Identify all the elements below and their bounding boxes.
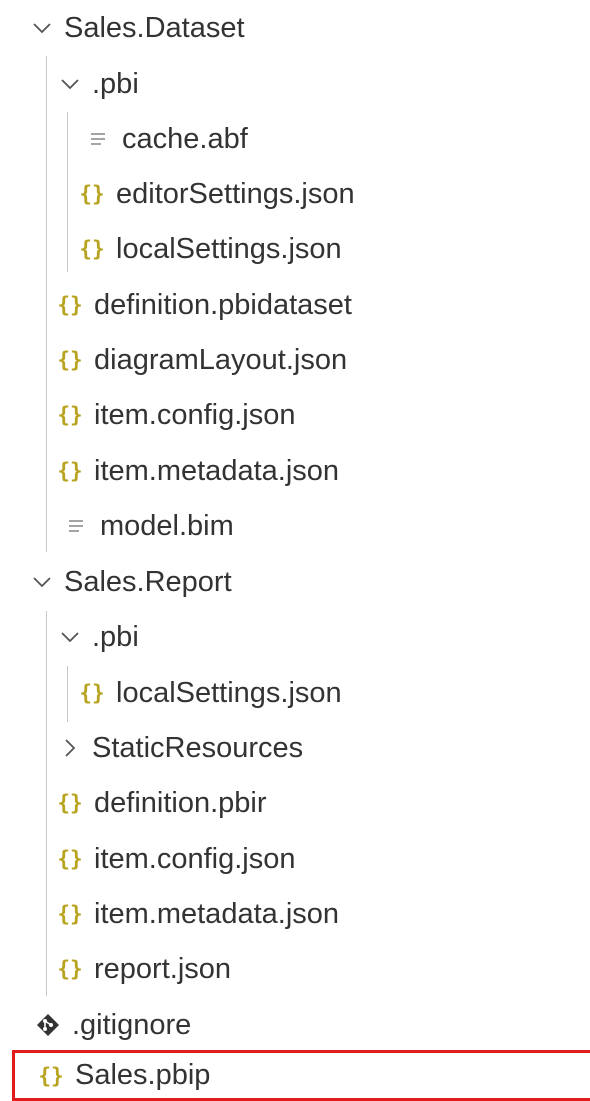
folder-row-pbi[interactable]: .pbi xyxy=(0,57,590,111)
text-file-icon xyxy=(62,511,90,541)
folder-label: Sales.Dataset xyxy=(64,11,245,44)
json-file-icon: {} xyxy=(56,290,84,320)
json-file-icon: {} xyxy=(56,345,84,375)
text-file-icon xyxy=(84,124,112,154)
file-row-local-settings-json[interactable]: {} localSettings.json xyxy=(0,222,590,276)
file-row-diagram-layout-json[interactable]: {} diagramLayout.json xyxy=(0,333,590,387)
svg-text:{}: {} xyxy=(57,791,82,815)
chevron-down-icon xyxy=(56,69,84,99)
svg-text:{}: {} xyxy=(79,182,104,206)
json-file-icon: {} xyxy=(56,844,84,874)
folder-label: StaticResources xyxy=(92,731,304,764)
svg-text:{}: {} xyxy=(38,1064,63,1088)
folder-label: .pbi xyxy=(92,620,139,653)
json-file-icon: {} xyxy=(56,899,84,929)
file-row-item-metadata-json[interactable]: {} item.metadata.json xyxy=(0,444,590,498)
file-row-gitignore[interactable]: .gitignore xyxy=(0,998,590,1052)
folder-row-static-resources[interactable]: StaticResources xyxy=(0,721,590,775)
file-label: localSettings.json xyxy=(116,676,342,709)
file-label: editorSettings.json xyxy=(116,177,355,210)
chevron-right-icon xyxy=(56,733,84,763)
folder-row-sales-report[interactable]: Sales.Report xyxy=(0,555,590,609)
svg-text:{}: {} xyxy=(57,459,82,483)
folder-row-pbi[interactable]: .pbi xyxy=(0,610,590,664)
file-label: diagramLayout.json xyxy=(94,343,348,376)
chevron-down-icon xyxy=(28,13,56,43)
file-row-cache-abf[interactable]: cache.abf xyxy=(0,112,590,166)
file-label: item.config.json xyxy=(94,398,296,431)
file-label: report.json xyxy=(94,952,232,985)
svg-text:{}: {} xyxy=(57,957,82,981)
file-label: localSettings.json xyxy=(116,232,342,265)
file-row-model-bim[interactable]: model.bim xyxy=(0,499,590,553)
chevron-down-icon xyxy=(28,567,56,597)
chevron-down-icon xyxy=(56,622,84,652)
folder-label: Sales.Report xyxy=(64,565,232,598)
file-row-local-settings-json[interactable]: {} localSettings.json xyxy=(0,666,590,720)
file-label: definition.pbidataset xyxy=(94,288,352,321)
folder-label: .pbi xyxy=(92,67,139,100)
json-file-icon: {} xyxy=(37,1061,65,1091)
json-file-icon: {} xyxy=(56,400,84,430)
json-file-icon: {} xyxy=(56,788,84,818)
file-label: .gitignore xyxy=(72,1008,192,1041)
file-row-definition-pbir[interactable]: {} definition.pbir xyxy=(0,776,590,830)
file-row-item-config-json[interactable]: {} item.config.json xyxy=(0,832,590,886)
svg-text:{}: {} xyxy=(57,902,82,926)
file-explorer-tree: Sales.Dataset .pbi cache.abf {} editorSe… xyxy=(0,0,590,1101)
json-file-icon: {} xyxy=(78,234,106,264)
file-label: cache.abf xyxy=(122,122,248,155)
file-label: Sales.pbip xyxy=(75,1059,211,1091)
file-row-item-config-json[interactable]: {} item.config.json xyxy=(0,388,590,442)
file-label: item.metadata.json xyxy=(94,897,340,930)
file-label: item.config.json xyxy=(94,842,296,875)
file-row-item-metadata-json[interactable]: {} item.metadata.json xyxy=(0,887,590,941)
svg-text:{}: {} xyxy=(79,237,104,261)
svg-text:{}: {} xyxy=(57,293,82,317)
file-label: model.bim xyxy=(100,509,234,542)
git-diamond-icon xyxy=(34,1010,62,1040)
folder-row-sales-dataset[interactable]: Sales.Dataset xyxy=(0,1,590,55)
file-row-sales-pbip[interactable]: {} Sales.pbip xyxy=(12,1050,590,1101)
json-file-icon: {} xyxy=(78,179,106,209)
file-row-editor-settings-json[interactable]: {} editorSettings.json xyxy=(0,167,590,221)
svg-text:{}: {} xyxy=(57,348,82,372)
file-label: definition.pbir xyxy=(94,786,267,819)
json-file-icon: {} xyxy=(78,678,106,708)
svg-text:{}: {} xyxy=(57,847,82,871)
json-file-icon: {} xyxy=(56,456,84,486)
file-label: item.metadata.json xyxy=(94,454,340,487)
json-file-icon: {} xyxy=(56,954,84,984)
svg-text:{}: {} xyxy=(79,681,104,705)
file-row-definition-pbidataset[interactable]: {} definition.pbidataset xyxy=(0,278,590,332)
svg-text:{}: {} xyxy=(57,403,82,427)
file-row-report-json[interactable]: {} report.json xyxy=(0,942,590,996)
